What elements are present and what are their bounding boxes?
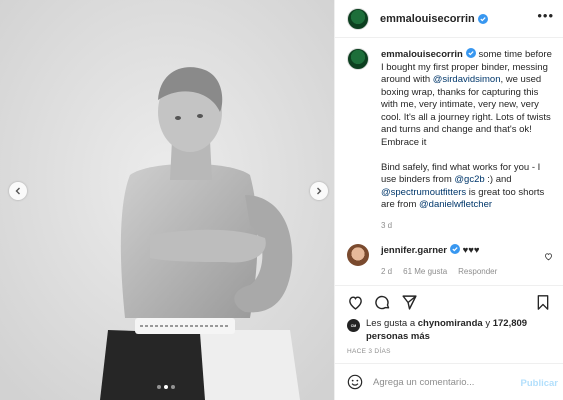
next-slide-button[interactable]: [310, 182, 328, 200]
bookmark-icon[interactable]: [535, 294, 551, 311]
chevron-right-icon: [317, 187, 322, 195]
liker-username[interactable]: chynomiranda: [418, 318, 483, 329]
slide-indicator: [157, 385, 175, 389]
verified-icon: [477, 13, 488, 24]
share-icon[interactable]: [401, 294, 418, 311]
caption-text-part: , we used boxing wrap, thanks for captur…: [381, 74, 551, 148]
post-media[interactable]: [0, 0, 334, 400]
comment-text: ♥♥♥: [460, 245, 480, 256]
post-caption: emmalouisecorrin some time before I boug…: [347, 48, 557, 232]
post-side-panel: emmalouisecorrin ••• emmalouisecorrin so…: [334, 0, 563, 400]
heart-icon[interactable]: [544, 252, 553, 261]
comment-timestamp[interactable]: 2 d: [381, 266, 392, 278]
instagram-post: emmalouisecorrin ••• emmalouisecorrin so…: [0, 0, 563, 400]
likes-prefix: Les gusta a: [366, 318, 418, 329]
mention-link[interactable]: @danielwfletcher: [419, 199, 492, 210]
liker-avatar[interactable]: CM: [347, 319, 360, 332]
comment-item: jennifer.garner ♥♥♥ 2 d 61 Me gusta Resp…: [347, 244, 557, 278]
post-actions: [335, 285, 563, 315]
previous-slide-button[interactable]: [9, 182, 27, 200]
likes-middle: y: [482, 318, 493, 329]
comment-icon[interactable]: [374, 294, 391, 311]
commenter-avatar[interactable]: [347, 244, 369, 266]
comment-input[interactable]: Agrega un comentario...: [373, 377, 474, 388]
publish-button[interactable]: Publicar: [521, 378, 559, 389]
slide-dot: [157, 385, 161, 389]
more-options-button[interactable]: •••: [537, 8, 554, 23]
emoji-icon[interactable]: [347, 374, 363, 390]
slide-dot: [171, 385, 175, 389]
caption-text: emmalouisecorrin some time before I boug…: [381, 48, 557, 232]
post-header: emmalouisecorrin •••: [335, 0, 563, 38]
mention-link[interactable]: @sirdavidsimon: [433, 74, 501, 85]
author-avatar[interactable]: [347, 7, 369, 30]
likes-text: Les gusta a chynomiranda y 172,809 perso…: [366, 318, 559, 343]
post-timestamp[interactable]: HACE 3 DÍAS: [347, 348, 391, 355]
comment-reply-button[interactable]: Responder: [458, 266, 497, 278]
verified-icon: [450, 244, 460, 254]
add-comment-bar: Agrega un comentario... Publicar: [335, 363, 563, 400]
caption-author-avatar[interactable]: [347, 48, 369, 70]
caption-author-username[interactable]: emmalouisecorrin: [381, 49, 463, 60]
heart-icon[interactable]: [347, 294, 364, 311]
mention-link[interactable]: @spectrumoutfitters: [381, 187, 466, 198]
caption-timestamp[interactable]: 3 d: [381, 220, 557, 233]
chevron-left-icon: [15, 187, 20, 195]
mention-link[interactable]: @gc2b: [454, 174, 484, 185]
author-username[interactable]: emmalouisecorrin: [380, 13, 475, 25]
slide-dot-active: [164, 385, 168, 389]
comment-likes-count[interactable]: 61 Me gusta: [403, 266, 447, 278]
likes-summary: CM Les gusta a chynomiranda y 172,809 pe…: [347, 318, 559, 343]
verified-icon: [465, 48, 476, 58]
caption-text-part: :) and: [484, 174, 512, 185]
commenter-username[interactable]: jennifer.garner: [381, 245, 447, 256]
post-photo: [0, 0, 334, 400]
